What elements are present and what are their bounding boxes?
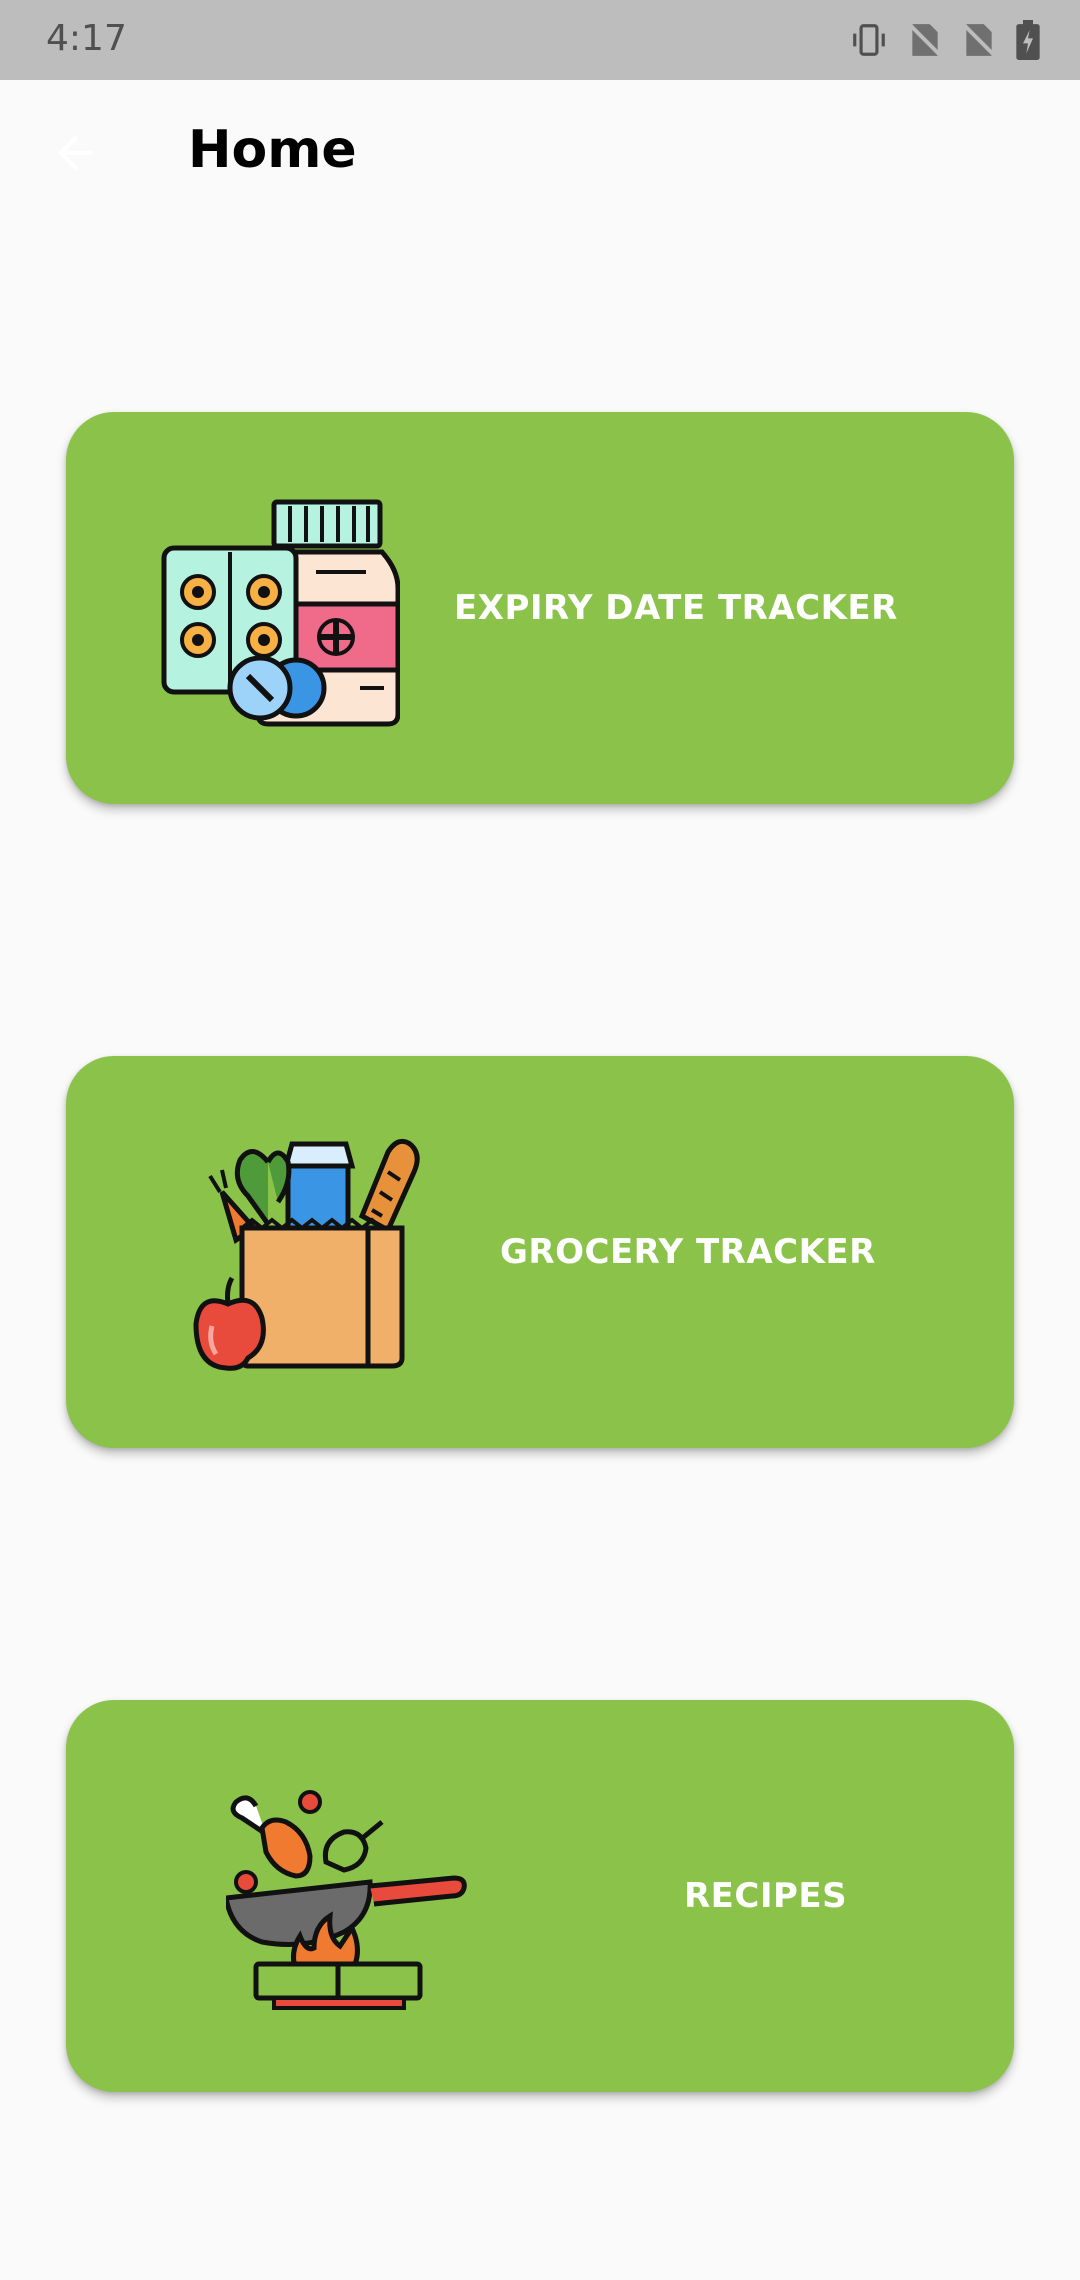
battery-charging-icon: [1016, 20, 1040, 60]
page-title: Home: [188, 120, 357, 180]
status-bar: 4:17: [0, 0, 1080, 80]
status-time: 4:17: [46, 18, 127, 59]
no-sim-icon: [962, 21, 996, 59]
expiry-date-tracker-card[interactable]: EXPIRY DATE TRACKER: [66, 412, 1014, 804]
grocery-tracker-card[interactable]: GROCERY TRACKER: [66, 1056, 1014, 1448]
status-icons: [850, 20, 1040, 60]
grocery-bag-icon: [193, 1138, 420, 1371]
card-label: EXPIRY DATE TRACKER: [454, 588, 898, 628]
card-label: GROCERY TRACKER: [500, 1232, 876, 1272]
app-bar: Home: [0, 80, 1080, 230]
back-button[interactable]: [40, 118, 110, 188]
card-label: RECIPES: [684, 1876, 848, 1916]
recipes-card[interactable]: RECIPES: [66, 1700, 1014, 2092]
cooking-pan-icon: [226, 1790, 467, 2010]
no-sim-icon: [908, 21, 942, 59]
arrow-back-icon: [57, 135, 93, 171]
medicine-icon: [161, 499, 400, 727]
vibrate-icon: [850, 21, 888, 59]
